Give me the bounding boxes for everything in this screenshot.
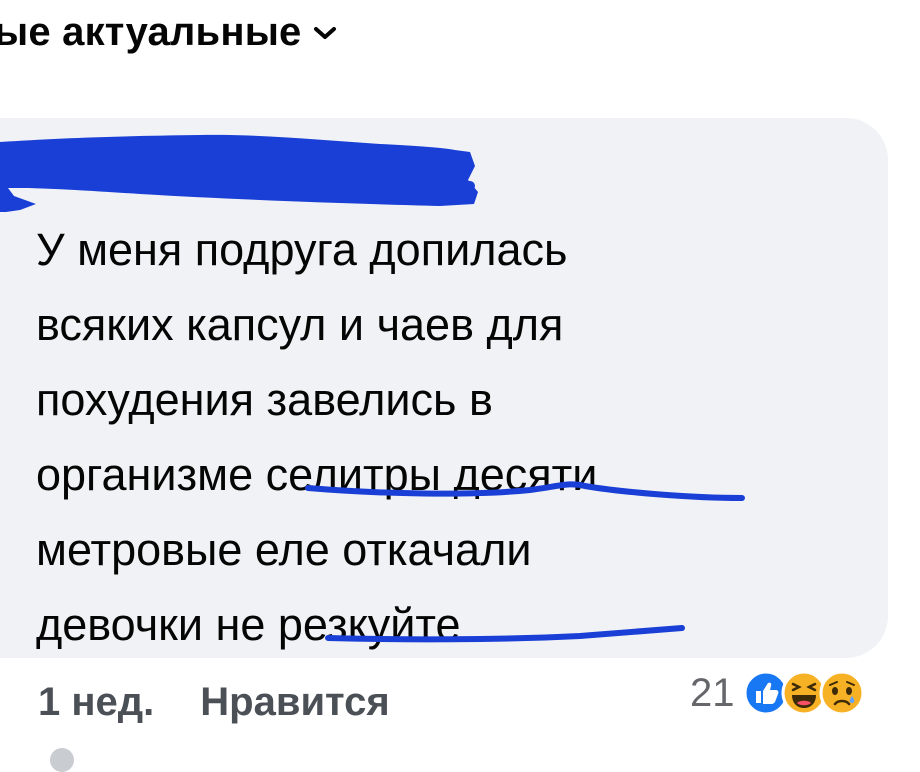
comment-actions: 1 нед. Нравится bbox=[38, 680, 390, 725]
reactions-summary[interactable]: 21 bbox=[690, 670, 865, 716]
comment-line: девочки не резкуйте bbox=[36, 599, 461, 650]
reaction-icons bbox=[743, 670, 865, 716]
reaction-count: 21 bbox=[690, 670, 735, 715]
comment-body: У меня подруга допилась всяких капсул и … bbox=[36, 212, 876, 662]
comment-line: У меня подруга допилась bbox=[36, 224, 568, 275]
comment-line: метровые еле откачали bbox=[36, 524, 532, 575]
comment-line: всяких капсул и чаев для bbox=[36, 299, 564, 350]
sort-dropdown[interactable]: ые актуальные bbox=[0, 10, 338, 55]
like-button[interactable]: Нравится bbox=[200, 680, 389, 725]
sad-icon bbox=[819, 670, 865, 716]
comment-timestamp[interactable]: 1 нед. bbox=[38, 680, 154, 725]
chevron-down-icon bbox=[312, 20, 338, 46]
comment-line: похудения завелись в bbox=[36, 374, 493, 425]
comment-line: организме селитры десяти bbox=[36, 449, 598, 500]
next-avatar bbox=[50, 748, 74, 772]
sort-label: ые актуальные bbox=[0, 10, 302, 54]
